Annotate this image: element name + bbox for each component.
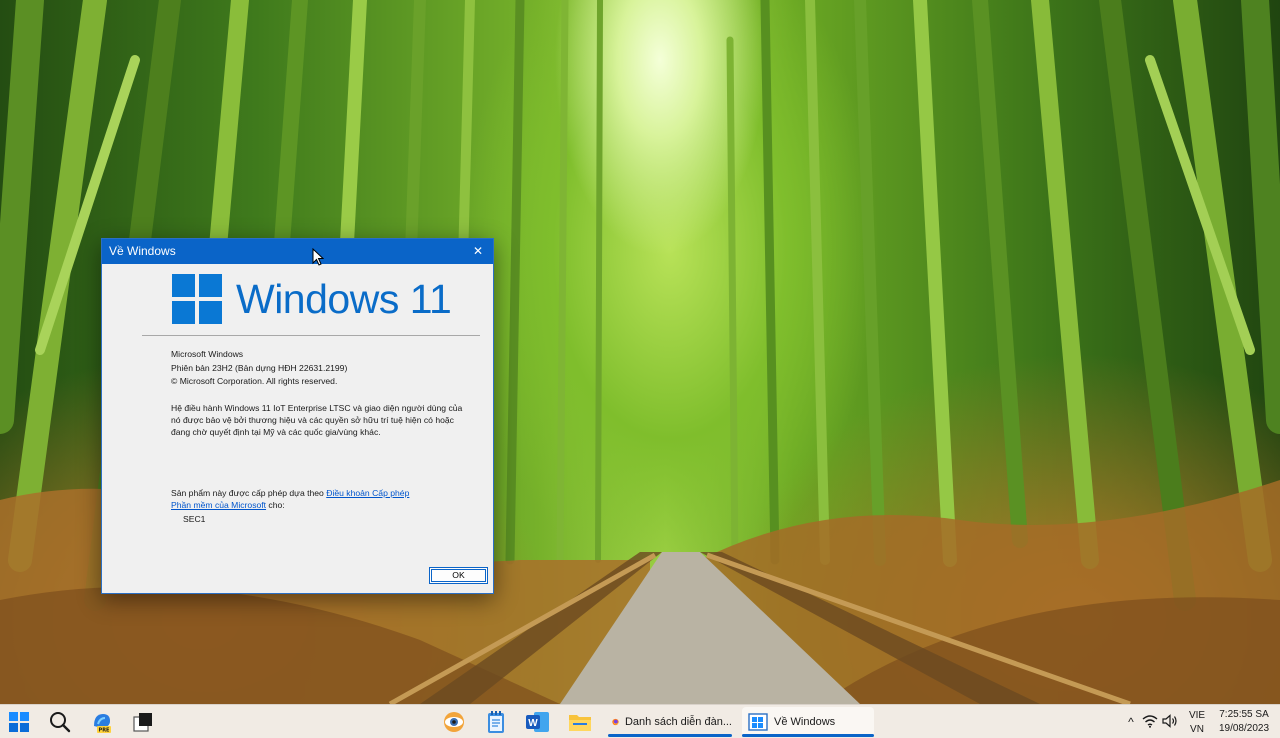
region-code: VN: [1190, 724, 1204, 735]
taskbar: PRE W Danh sách diễn đàn... Về Windows ^…: [0, 704, 1280, 738]
tray-overflow-chevron-icon[interactable]: ^: [1124, 705, 1138, 738]
input-language-indicator[interactable]: VIE VN: [1183, 705, 1211, 738]
eye-app-icon[interactable]: [440, 709, 468, 735]
firefox-icon: [612, 718, 619, 726]
file-explorer-icon[interactable]: [566, 709, 594, 735]
wifi-icon[interactable]: [1142, 705, 1160, 738]
license-terms-link[interactable]: Điều khoản Cấp phép: [326, 488, 409, 498]
task-view-icon[interactable]: [129, 709, 157, 735]
clock-time: 7:25:55 SA: [1219, 709, 1269, 720]
taskbar-task-firefox[interactable]: Danh sách diễn đàn...: [608, 707, 732, 737]
legal-notice: Hệ điều hành Windows 11 IoT Enterprise L…: [171, 402, 471, 439]
version-info: Microsoft Windows Phiên bản 23H2 (Bản dự…: [171, 348, 347, 389]
taskbar-task-about-windows[interactable]: Về Windows: [742, 707, 874, 737]
windows-window-icon: [748, 713, 768, 731]
about-windows-dialog: Về Windows ✕ Windows 11 Microsoft Window…: [101, 238, 494, 594]
taskbar-task-label: Danh sách diễn đàn...: [624, 716, 732, 728]
divider: [142, 335, 480, 336]
volume-icon[interactable]: [1162, 705, 1180, 738]
search-icon[interactable]: [46, 709, 74, 735]
windows-brand-text: Windows 11: [236, 276, 452, 322]
task-active-indicator: [742, 734, 874, 737]
language-code: VIE: [1188, 710, 1206, 721]
legal-text: Hệ điều hành Windows 11 IoT Enterprise L…: [171, 403, 463, 438]
licensee-name: SEC1: [183, 514, 206, 524]
windows-banner: Windows 11: [172, 274, 462, 324]
system-clock[interactable]: 7:25:55 SA 19/08/2023: [1214, 705, 1274, 738]
start-icon[interactable]: [5, 709, 33, 735]
mouse-cursor-icon: [312, 248, 324, 266]
notepad-icon[interactable]: [482, 709, 510, 735]
dialog-titlebar[interactable]: Về Windows ✕: [102, 239, 493, 264]
clock-date: 19/08/2023: [1218, 723, 1270, 734]
copyright-text: © Microsoft Corporation. All rights rese…: [171, 376, 338, 386]
ok-button[interactable]: OK: [429, 567, 488, 584]
version-text: Phiên bản 23H2 (Bản dựng HĐH 22631.2199): [171, 362, 348, 373]
taskbar-task-label: Về Windows: [774, 716, 836, 728]
license-prefix: Sản phẩm này được cấp phép dựa theo: [171, 488, 327, 498]
dialog-title: Về Windows: [109, 244, 176, 258]
license-notice: Sản phẩm này được cấp phép dựa theo Điều…: [171, 487, 409, 511]
task-running-indicator: [608, 734, 732, 737]
license-terms-link-2[interactable]: Phần mềm của Microsoft: [171, 500, 266, 510]
copilot-pre-icon[interactable]: PRE: [88, 709, 116, 735]
word-icon[interactable]: W: [524, 709, 552, 735]
svg-text:PRE: PRE: [99, 728, 111, 734]
license-suffix: cho:: [266, 500, 285, 510]
product-name: Microsoft Windows: [171, 349, 244, 359]
close-icon[interactable]: ✕: [467, 241, 489, 261]
svg-text:W: W: [528, 718, 538, 729]
windows-logo-icon: [172, 274, 222, 324]
